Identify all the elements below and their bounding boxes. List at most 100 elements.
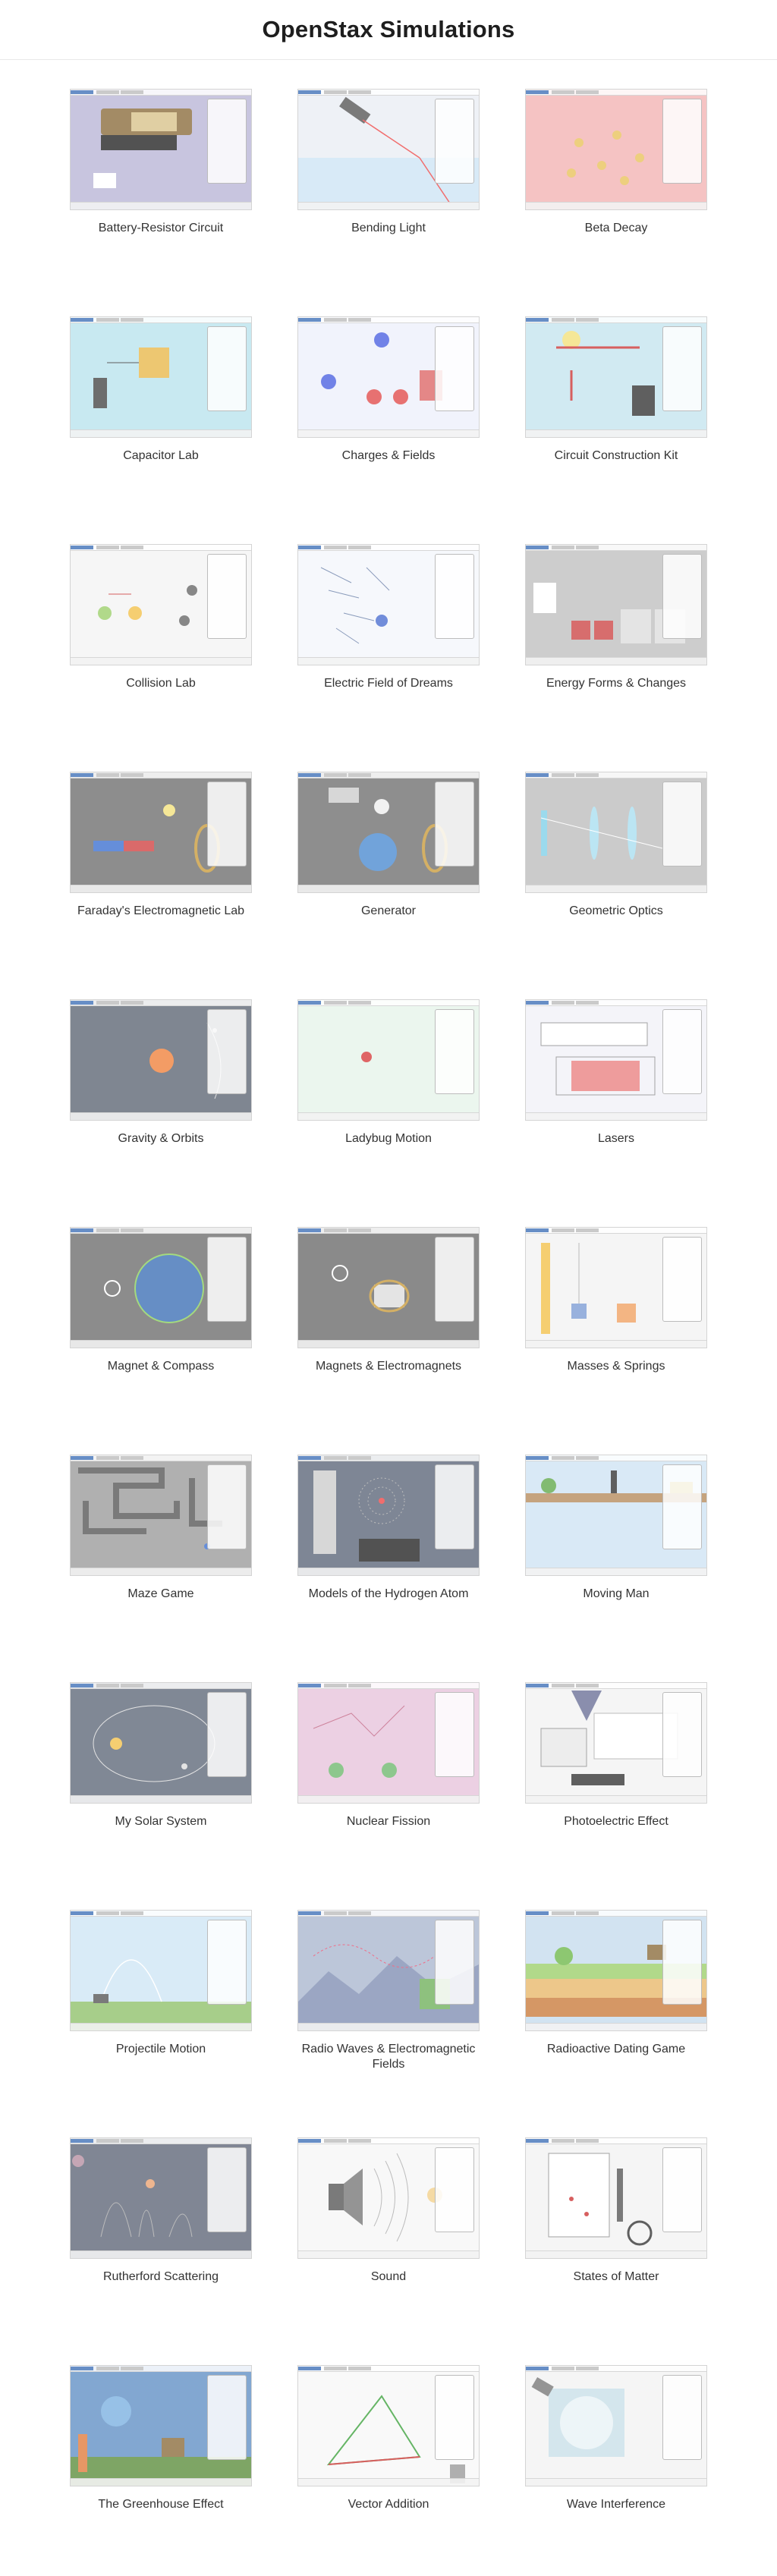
scattering-icon[interactable] bbox=[70, 2137, 252, 2259]
simulation-card-projectile-motion[interactable]: Projectile Motion bbox=[70, 1910, 252, 2057]
simulation-card-collision-lab[interactable]: Collision Lab bbox=[70, 544, 252, 691]
simulation-card-maze-game[interactable]: Maze Game bbox=[70, 1455, 252, 1602]
moving-man-icon[interactable] bbox=[525, 1455, 707, 1576]
electromagnet-icon[interactable] bbox=[297, 1227, 480, 1348]
photoelectric-icon[interactable] bbox=[525, 1682, 707, 1804]
simulation-title[interactable]: Maze Game bbox=[70, 1587, 252, 1602]
simulation-card-vector-addition[interactable]: Vector Addition bbox=[297, 2365, 480, 2512]
simulation-title[interactable]: Photoelectric Effect bbox=[525, 1814, 707, 1829]
spring-icon[interactable] bbox=[525, 1227, 707, 1348]
lens-icon[interactable] bbox=[525, 772, 707, 893]
simulation-card-ladybug-motion[interactable]: Ladybug Motion bbox=[297, 999, 480, 1146]
simulation-title[interactable]: Bending Light bbox=[297, 221, 480, 236]
generator-icon[interactable] bbox=[297, 772, 480, 893]
simulation-title[interactable]: Vector Addition bbox=[297, 2497, 480, 2512]
matter-icon[interactable] bbox=[525, 2137, 707, 2259]
simulation-card-geometric-optics[interactable]: Geometric Optics bbox=[525, 772, 707, 919]
capacitor-icon[interactable] bbox=[70, 316, 252, 438]
simulation-title[interactable]: Charges & Fields bbox=[297, 448, 480, 464]
simulation-card-lasers[interactable]: Lasers bbox=[525, 999, 707, 1146]
simulation-title[interactable]: Radio Waves & Electromagnetic Fields bbox=[297, 2042, 480, 2072]
simulation-card-states-of-matter[interactable]: States of Matter bbox=[525, 2137, 707, 2285]
solar-system-icon[interactable] bbox=[70, 1682, 252, 1804]
laser-refraction-icon[interactable] bbox=[297, 89, 480, 210]
collision-icon[interactable] bbox=[70, 544, 252, 665]
simulation-card-charges-fields[interactable]: Charges & Fields bbox=[297, 316, 480, 464]
simulation-title[interactable]: Wave Interference bbox=[525, 2497, 707, 2512]
simulation-card-the-greenhouse-effect[interactable]: The Greenhouse Effect bbox=[70, 2365, 252, 2512]
simulation-title[interactable]: Ladybug Motion bbox=[297, 1131, 480, 1146]
simulation-title[interactable]: Faraday's Electromagnetic Lab bbox=[70, 904, 252, 919]
simulation-title[interactable]: Magnets & Electromagnets bbox=[297, 1359, 480, 1374]
simulation-title[interactable]: Sound bbox=[297, 2269, 480, 2285]
atom-icon[interactable] bbox=[297, 1455, 480, 1576]
simulation-card-magnet-compass[interactable]: Magnet & Compass bbox=[70, 1227, 252, 1374]
simulation-title[interactable]: The Greenhouse Effect bbox=[70, 2497, 252, 2512]
simulation-card-generator[interactable]: Generator bbox=[297, 772, 480, 919]
circuit-kit-icon[interactable] bbox=[525, 316, 707, 438]
simulation-card-photoelectric-effect[interactable]: Photoelectric Effect bbox=[525, 1682, 707, 1829]
compass-icon[interactable] bbox=[70, 1227, 252, 1348]
simulation-title[interactable]: Models of the Hydrogen Atom bbox=[297, 1587, 480, 1602]
simulation-card-faraday-s-electromagnetic-lab[interactable]: Faraday's Electromagnetic Lab bbox=[70, 772, 252, 919]
simulation-title[interactable]: Magnet & Compass bbox=[70, 1359, 252, 1374]
simulation-card-rutherford-scattering[interactable]: Rutherford Scattering bbox=[70, 2137, 252, 2285]
fission-icon[interactable] bbox=[297, 1682, 480, 1804]
radio-wave-icon[interactable] bbox=[297, 1910, 480, 2031]
simulation-card-capacitor-lab[interactable]: Capacitor Lab bbox=[70, 316, 252, 464]
simulation-title[interactable]: Energy Forms & Changes bbox=[525, 676, 707, 691]
simulation-card-radioactive-dating-game[interactable]: Radioactive Dating Game bbox=[525, 1910, 707, 2057]
nucleus-icon[interactable] bbox=[525, 89, 707, 210]
simulation-title[interactable]: Circuit Construction Kit bbox=[525, 448, 707, 464]
simulation-card-circuit-construction-kit[interactable]: Circuit Construction Kit bbox=[525, 316, 707, 464]
simulation-title[interactable]: Lasers bbox=[525, 1131, 707, 1146]
simulation-title[interactable]: Battery-Resistor Circuit bbox=[70, 221, 252, 236]
vector-icon[interactable] bbox=[297, 2365, 480, 2486]
simulation-title[interactable]: Beta Decay bbox=[525, 221, 707, 236]
simulation-title[interactable]: My Solar System bbox=[70, 1814, 252, 1829]
simulation-title[interactable]: Moving Man bbox=[525, 1587, 707, 1602]
orbit-icon[interactable] bbox=[70, 999, 252, 1121]
electric-field-icon[interactable] bbox=[297, 544, 480, 665]
ladybug-icon[interactable] bbox=[297, 999, 480, 1121]
simulation-card-my-solar-system[interactable]: My Solar System bbox=[70, 1682, 252, 1829]
simulation-card-models-of-the-hydrogen-atom[interactable]: Models of the Hydrogen Atom bbox=[297, 1455, 480, 1602]
maze-icon[interactable] bbox=[70, 1455, 252, 1576]
simulation-title[interactable]: Nuclear Fission bbox=[297, 1814, 480, 1829]
wave-icon[interactable] bbox=[525, 2365, 707, 2486]
simulation-grid: Battery-Resistor Circuit Bending Light Bet… bbox=[0, 0, 777, 2576]
simulation-card-bending-light[interactable]: Bending Light bbox=[297, 89, 480, 236]
simulation-title[interactable]: Collision Lab bbox=[70, 676, 252, 691]
energy-icon[interactable] bbox=[525, 544, 707, 665]
magnet-coil-icon[interactable] bbox=[70, 772, 252, 893]
simulation-card-moving-man[interactable]: Moving Man bbox=[525, 1455, 707, 1602]
dating-icon[interactable] bbox=[525, 1910, 707, 2031]
simulation-title[interactable]: Geometric Optics bbox=[525, 904, 707, 919]
simulation-card-sound[interactable]: Sound bbox=[297, 2137, 480, 2285]
simulation-card-battery-resistor-circuit[interactable]: Battery-Resistor Circuit bbox=[70, 89, 252, 236]
simulation-card-energy-forms-changes[interactable]: Energy Forms & Changes bbox=[525, 544, 707, 691]
speaker-icon[interactable] bbox=[297, 2137, 480, 2259]
simulation-card-magnets-electromagnets[interactable]: Magnets & Electromagnets bbox=[297, 1227, 480, 1374]
simulation-card-radio-waves-electromagnetic-fields[interactable]: Radio Waves & Electromagnetic Fields bbox=[297, 1910, 480, 2072]
simulation-title[interactable]: Gravity & Orbits bbox=[70, 1131, 252, 1146]
simulation-card-masses-springs[interactable]: Masses & Springs bbox=[525, 1227, 707, 1374]
simulation-title[interactable]: States of Matter bbox=[525, 2269, 707, 2285]
simulation-title[interactable]: Capacitor Lab bbox=[70, 448, 252, 464]
laser-icon[interactable] bbox=[525, 999, 707, 1121]
simulation-title[interactable]: Electric Field of Dreams bbox=[297, 676, 480, 691]
greenhouse-icon[interactable] bbox=[70, 2365, 252, 2486]
simulation-title[interactable]: Masses & Springs bbox=[525, 1359, 707, 1374]
simulation-title[interactable]: Radioactive Dating Game bbox=[525, 2042, 707, 2057]
battery-circuit-icon[interactable] bbox=[70, 89, 252, 210]
simulation-title[interactable]: Generator bbox=[297, 904, 480, 919]
cannon-icon[interactable] bbox=[70, 1910, 252, 2031]
simulation-card-nuclear-fission[interactable]: Nuclear Fission bbox=[297, 1682, 480, 1829]
simulation-card-electric-field-of-dreams[interactable]: Electric Field of Dreams bbox=[297, 544, 480, 691]
charges-icon[interactable] bbox=[297, 316, 480, 438]
simulation-title[interactable]: Rutherford Scattering bbox=[70, 2269, 252, 2285]
simulation-card-beta-decay[interactable]: Beta Decay bbox=[525, 89, 707, 236]
simulation-title[interactable]: Projectile Motion bbox=[70, 2042, 252, 2057]
simulation-card-wave-interference[interactable]: Wave Interference bbox=[525, 2365, 707, 2512]
simulation-card-gravity-orbits[interactable]: Gravity & Orbits bbox=[70, 999, 252, 1146]
